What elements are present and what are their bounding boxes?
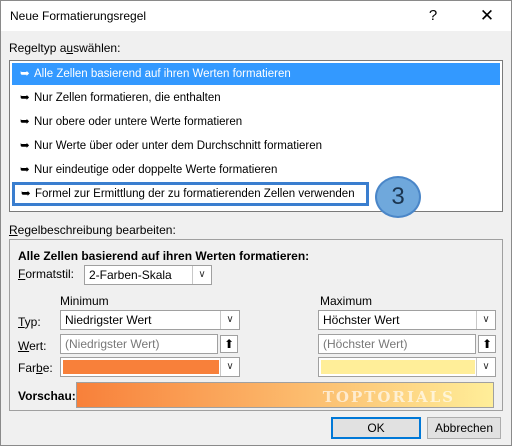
rule-item-label: Formel zur Ermittlung der zu formatieren…	[35, 188, 355, 200]
rule-item-label: Nur obere oder untere Werte formatieren	[34, 116, 243, 128]
dialog-window: Neue Formatierungsregel ? ✕ Regeltyp aus…	[0, 0, 512, 446]
arrow-icon: ➥	[20, 68, 30, 80]
chevron-down-icon: ∨	[220, 311, 239, 329]
min-type-value: Niedrigster Wert	[65, 313, 152, 327]
watermark: TOPTORIALS	[322, 388, 455, 406]
cancel-button[interactable]: Abbrechen	[427, 417, 501, 439]
chevron-down-icon: ∨	[476, 358, 495, 376]
arrow-icon: ➥	[20, 140, 30, 152]
rule-type-item[interactable]: ➥ Nur Werte über oder unter dem Durchschn…	[12, 135, 500, 157]
type-label: Typ:	[18, 315, 41, 329]
chevron-down-icon: ∨	[220, 358, 239, 376]
minimum-label: Minimum	[60, 294, 109, 308]
ok-button[interactable]: OK	[331, 417, 421, 439]
color-label: Farbe:	[18, 361, 53, 375]
format-style-label: Formatstil:	[18, 267, 75, 281]
rule-type-item[interactable]: ➥ Nur obere oder untere Werte formatieren	[12, 111, 500, 133]
description-heading: Alle Zellen basierend auf ihren Werten f…	[18, 249, 310, 263]
rule-description-label: Regelbeschreibung bearbeiten:	[9, 223, 176, 237]
maximum-label: Maximum	[320, 294, 373, 308]
rule-type-item[interactable]: ➥ Nur Zellen formatieren, die enthalten	[12, 87, 500, 109]
value-label: Wert:	[18, 339, 47, 353]
min-color-swatch	[63, 360, 219, 374]
arrow-icon: ➥	[20, 92, 30, 104]
min-color-select[interactable]: ∨	[60, 357, 240, 377]
rule-item-label: Nur Zellen formatieren, die enthalten	[34, 92, 221, 104]
max-value-input[interactable]: (Höchster Wert)	[318, 334, 476, 354]
help-icon[interactable]: ?	[421, 5, 445, 27]
rule-description-panel: Alle Zellen basierend auf ihren Werten f…	[9, 239, 503, 411]
arrow-icon: ➥	[20, 116, 30, 128]
chevron-down-icon: ∨	[476, 311, 495, 329]
dialog-title: Neue Formatierungsregel	[10, 9, 147, 23]
arrow-icon: ➥	[21, 188, 31, 200]
min-value-placeholder: (Niedrigster Wert)	[65, 337, 160, 351]
format-style-select[interactable]: 2-Farben-Skala ∨	[84, 265, 212, 285]
max-color-swatch	[321, 360, 475, 374]
range-picker-icon[interactable]: ⬆	[220, 335, 238, 353]
max-color-select[interactable]: ∨	[318, 357, 496, 377]
rule-type-item[interactable]: ➥ Alle Zellen basierend auf ihren Werten …	[12, 63, 500, 85]
rule-item-label: Nur eindeutige oder doppelte Werte forma…	[34, 164, 278, 176]
rule-item-label: Nur Werte über oder unter dem Durchschni…	[34, 140, 323, 152]
preview-box: TOPTORIALS	[76, 382, 494, 408]
rule-type-label: Regeltyp auswählen:	[9, 41, 121, 55]
title-bar: Neue Formatierungsregel ? ✕	[1, 1, 511, 31]
arrow-icon: ➥	[20, 164, 30, 176]
rule-item-label: Alle Zellen basierend auf ihren Werten f…	[34, 68, 291, 80]
chevron-down-icon: ∨	[192, 266, 211, 284]
preview-label: Vorschau:	[18, 389, 76, 403]
rule-type-item[interactable]: ➥ Nur eindeutige oder doppelte Werte form…	[12, 159, 500, 181]
min-value-input[interactable]: (Niedrigster Wert)	[60, 334, 218, 354]
rule-type-item-formula[interactable]: ➥ Formel zur Ermittlung der zu formatiere…	[12, 182, 369, 206]
format-style-value: 2-Farben-Skala	[89, 268, 172, 282]
max-value-placeholder: (Höchster Wert)	[323, 337, 408, 351]
max-type-select[interactable]: Höchster Wert ∨	[318, 310, 496, 330]
rule-type-list[interactable]: ➥ Alle Zellen basierend auf ihren Werten …	[9, 60, 503, 212]
step-badge: 3	[375, 176, 421, 218]
close-icon[interactable]: ✕	[475, 5, 499, 27]
max-type-value: Höchster Wert	[323, 313, 400, 327]
min-type-select[interactable]: Niedrigster Wert ∨	[60, 310, 240, 330]
range-picker-icon[interactable]: ⬆	[478, 335, 496, 353]
